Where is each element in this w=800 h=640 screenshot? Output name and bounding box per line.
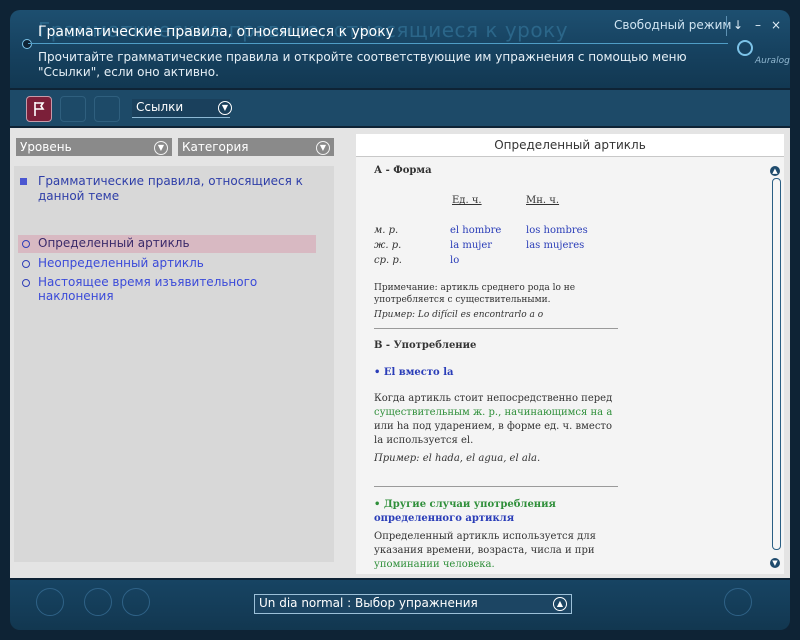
chevron-down-icon: ▼: [316, 141, 330, 155]
next-icon: [122, 588, 150, 616]
home-icon: [36, 588, 64, 616]
row-singular: la mujer: [450, 240, 493, 251]
bottom-bar: Un dia normal : Выбор упражнения ▲: [10, 580, 790, 630]
rule-group-title: Грамматические правила, относящиеся к да…: [38, 174, 303, 203]
scroll-down-icon[interactable]: ▼: [770, 558, 780, 568]
exercise-select[interactable]: Un dia normal : Выбор упражнения ▲: [254, 594, 572, 614]
category-filter-label: Категория: [182, 140, 249, 154]
section-form-heading: А - Форма: [374, 165, 432, 176]
paragraph-line: Определенный артикль используется для: [374, 531, 596, 542]
paragraph-line: существительным ж. р., начинающимся на а: [374, 407, 613, 418]
page-title: Грамматические правила, относящиеся к ур…: [38, 24, 394, 40]
scrollbar[interactable]: [772, 178, 781, 550]
toolbar-slot-icon: [94, 96, 120, 122]
exercise-select-label: Un dia normal : Выбор упражнения: [259, 596, 478, 610]
divider: [374, 328, 618, 329]
rule-item-label: Настоящее время изъявительного наклонени…: [38, 275, 258, 303]
row-singular: el hombre: [450, 225, 502, 236]
circle-bullet-icon: [22, 240, 30, 248]
example-line: Пример: el hada, el agua, el ala.: [374, 453, 541, 464]
rule-detail-title: Определенный артикль: [356, 134, 784, 157]
minimize-icon[interactable]: –: [750, 17, 766, 33]
divider: [374, 486, 618, 487]
scroll-up-icon[interactable]: ▲: [770, 166, 780, 176]
square-bullet-icon: [20, 178, 27, 185]
paragraph-line: la используется el.: [374, 435, 474, 446]
toolbar-slot-icon: [60, 96, 86, 122]
circle-bullet-icon: [22, 260, 30, 268]
level-filter-label: Уровень: [20, 140, 72, 154]
category-filter[interactable]: Категория ▼: [178, 138, 334, 156]
row-singular: lo: [450, 255, 460, 266]
note-line: употребляется с существительными.: [374, 295, 551, 305]
toolbar: Ссылки ▼: [10, 90, 790, 126]
paragraph-line: Когда артикль стоит непосредственно пере…: [374, 393, 613, 404]
subsection-heading: определенного артикля: [374, 513, 515, 524]
help-arrow-icon[interactable]: ↓: [730, 17, 746, 33]
rule-item-label: Неопределенный артикль: [38, 256, 204, 270]
circle-bullet-icon: [22, 279, 30, 287]
chevron-down-icon: ▼: [154, 141, 168, 155]
paragraph-line: или ha под ударением, в форме ед. ч. вме…: [374, 421, 612, 432]
column-singular: Ед. ч.: [452, 195, 482, 206]
chevron-up-icon: ▲: [553, 597, 567, 611]
free-mode-label[interactable]: Свободный режим: [614, 18, 731, 32]
subsection-heading: • El вместо la: [374, 367, 454, 378]
rule-item-definite-article[interactable]: Определенный артикль: [18, 235, 316, 253]
title-divider: [28, 43, 728, 44]
rule-item-label: Определенный артикль: [38, 236, 190, 250]
paragraph-line: упоминании человека.: [374, 559, 495, 570]
example-line: Пример: Lo difícil es encontrarlo a o: [374, 310, 544, 320]
header-separator: [726, 16, 727, 36]
subsection-heading: • Другие случаи употребления: [374, 499, 556, 510]
chevron-down-icon: ▼: [218, 101, 232, 115]
row-plural: los hombres: [526, 225, 588, 236]
previous-icon: [84, 588, 112, 616]
rule-document: А - Форма Ед. ч. Мн. ч. м. р. el hombre …: [374, 164, 634, 570]
close-icon[interactable]: ×: [768, 17, 784, 33]
instructions-text: Прочитайте грамматические правила и откр…: [38, 50, 687, 79]
section-usage-heading: В - Употребление: [374, 340, 477, 351]
links-dropdown-label: Ссылки: [136, 100, 184, 114]
links-dropdown[interactable]: Ссылки ▼: [132, 99, 232, 118]
brand-logo: Auralog: [755, 56, 790, 66]
row-label: м. р.: [374, 225, 399, 236]
ring-decoration-icon: [737, 40, 753, 56]
paragraph-line: указания времени, возраста, числа и при: [374, 545, 595, 556]
title-marker-icon: [22, 39, 32, 49]
column-plural: Мн. ч.: [526, 195, 560, 206]
title-bar: Грамматические правила, относящиеся к ур…: [10, 10, 790, 88]
flag-icon[interactable]: [26, 96, 52, 122]
row-label: ж. р.: [374, 240, 402, 251]
row-plural: las mujeres: [526, 240, 585, 251]
rules-list-panel: Уровень ▼ Категория ▼ Грамматические пра…: [10, 134, 336, 574]
audio-icon: [724, 588, 752, 616]
row-label: ср. р.: [374, 255, 402, 266]
rule-item-present-indicative[interactable]: Настоящее время изъявительного наклонени…: [18, 274, 316, 303]
rule-detail-panel: Определенный артикль А - Форма Ед. ч. Мн…: [356, 134, 784, 574]
rules-list: Грамматические правила, относящиеся к да…: [14, 166, 334, 562]
rule-item-indefinite-article[interactable]: Неопределенный артикль: [18, 255, 316, 273]
level-filter[interactable]: Уровень ▼: [16, 138, 172, 156]
